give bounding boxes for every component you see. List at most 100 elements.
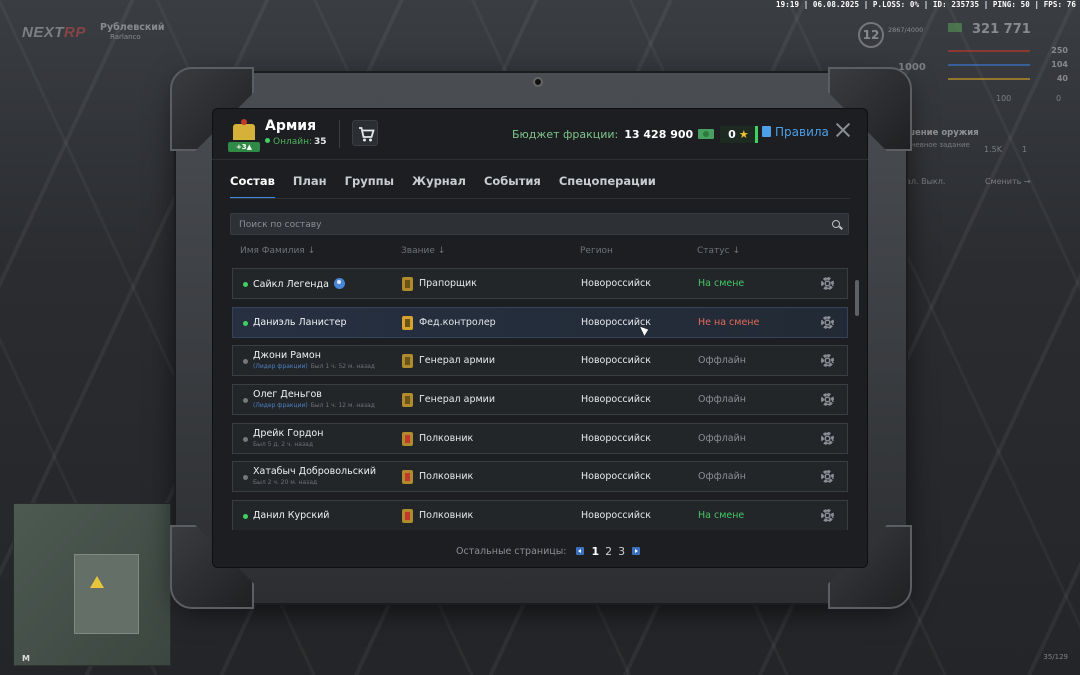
member-rank: Прапорщик	[419, 278, 477, 289]
member-status: Не на смене	[698, 316, 760, 328]
last-seen: (Лидер фракции) Был 1 ч. 12 м. назад	[253, 402, 375, 410]
player-arrow-icon	[90, 576, 104, 588]
server-logo: NEXTRP	[22, 24, 86, 41]
member-status: Оффлайн	[698, 432, 747, 444]
gear-icon[interactable]	[821, 393, 834, 407]
tab-bar: Состав План Группы Журнал События Спецоп…	[230, 174, 674, 199]
tab-journal[interactable]: Журнал	[412, 174, 466, 199]
camera-icon	[533, 77, 543, 87]
hud-topbar: 19:19 | 06.08.2025 | P.LOSS: 0% | ID: 23…	[776, 0, 1076, 9]
last-seen: (Лидер фракции) Был 1 ч. 52 м. назад	[253, 363, 375, 371]
page-1[interactable]: 1	[591, 545, 599, 558]
member-region: Новороссийск	[581, 394, 651, 406]
table-row[interactable]: Даниэль Ланистер Фед.контролер Новоросси…	[232, 306, 848, 338]
level-badge: 12	[858, 22, 884, 48]
tab-roster[interactable]: Состав	[230, 174, 275, 199]
weapon-task-sub: дневное задание	[906, 141, 970, 149]
gear-icon[interactable]	[821, 431, 834, 445]
weapon-task-val2: 1	[1022, 145, 1028, 154]
table-row[interactable]: Олег Деньгов (Лидер фракции) Был 1 ч. 12 …	[232, 384, 848, 416]
member-rank: Генерал армии	[419, 355, 496, 367]
rank-insignia-icon	[402, 470, 413, 485]
page-3[interactable]: 3	[618, 545, 625, 558]
tab-events[interactable]: События	[484, 174, 541, 199]
tablet-frame: +3▲ Армия Онлайн: 35 Бюджет фракции: 13 4…	[170, 67, 912, 609]
server-name: Рублевский Rarlanco	[100, 22, 165, 41]
search-input[interactable]	[239, 217, 819, 232]
gear-icon[interactable]	[821, 470, 834, 484]
gear-icon[interactable]	[821, 315, 834, 329]
change-label: ал. Выкл.	[906, 177, 946, 186]
money-display: 321 771	[948, 22, 1031, 37]
online-status: Онлайн: 35	[265, 137, 327, 147]
table-row[interactable]: Хатабыч Добровольский Был 2 ч. 20 м. наз…	[232, 461, 848, 493]
member-region: Новороссийск	[581, 278, 651, 289]
search-icon[interactable]	[832, 220, 840, 228]
last-seen: Был 5 д. 2 ч. назад	[253, 440, 313, 448]
member-name: Дрейк Гордон	[253, 427, 324, 439]
member-status: Оффлайн	[698, 471, 747, 483]
member-name: Хатабыч Добровольский	[253, 466, 377, 478]
gear-icon[interactable]	[821, 509, 834, 523]
member-name: Джони Рамон	[253, 350, 321, 362]
cart-icon	[359, 127, 375, 142]
prev-page-icon[interactable]	[576, 547, 585, 555]
divider	[339, 120, 340, 148]
pagination-label: Остальные страницы:	[456, 545, 567, 557]
next-page-icon[interactable]	[632, 547, 641, 555]
online-dot-icon	[243, 320, 248, 326]
rules-button[interactable]: Правила	[762, 125, 829, 139]
offline-dot-icon	[243, 359, 248, 365]
table-row[interactable]: Джони Рамон (Лидер фракции) Был 1 ч. 52 м…	[232, 345, 848, 377]
table-row[interactable]: Дрейк Гордон Был 5 д. 2 ч. назад Полковн…	[232, 422, 848, 454]
pagination: Остальные страницы: 1 2 3	[456, 544, 644, 558]
star-icon: ★	[738, 127, 749, 141]
faction-name: Армия	[265, 118, 317, 134]
table-row[interactable]: Данил Курский Полковник Новороссийск На …	[232, 500, 848, 530]
sort-arrow-icon: ↓	[437, 246, 446, 256]
member-name: Данил Курский	[253, 510, 330, 522]
health-bar: 250	[948, 46, 1068, 56]
rank-insignia-icon	[402, 354, 413, 369]
budget-label: Бюджет фракции:	[512, 127, 619, 141]
member-name: Даниэль Ланистер	[253, 316, 347, 328]
col-region-header: Регион	[580, 246, 613, 256]
divider	[230, 198, 850, 199]
online-dot-icon	[243, 282, 248, 287]
armor-bar: 104	[948, 60, 1068, 70]
member-region: Новороссийск	[581, 471, 651, 483]
gear-icon[interactable]	[821, 277, 834, 290]
weapon-task-title: шение оружия	[906, 128, 979, 138]
gear-icon[interactable]	[821, 354, 834, 368]
last-seen: Был 2 ч. 20 м. назад	[253, 479, 318, 487]
member-rank: Полковник	[419, 432, 474, 444]
minimap-building	[74, 554, 139, 634]
rank-insignia-icon	[402, 315, 413, 330]
table-row[interactable]: Сайкл Легенда Прапорщик Новороссийск На …	[232, 268, 848, 299]
user-badge-icon	[333, 278, 345, 289]
budget-value: 13 428 900	[624, 127, 694, 141]
page-2[interactable]: 2	[605, 545, 612, 558]
ammo-counter: 35/129	[1043, 653, 1068, 661]
member-name: Сайкл Легенда	[253, 278, 345, 290]
member-region: Новороссийск	[581, 510, 651, 522]
change-button[interactable]: Сменить →	[985, 177, 1031, 186]
col-name-header[interactable]: Имя Фамилия ↓	[240, 246, 315, 256]
faction-budget: Бюджет фракции: 13 428 900 0 ★	[512, 124, 758, 144]
tab-groups[interactable]: Группы	[345, 174, 394, 199]
rank-insignia-icon	[402, 431, 413, 446]
member-region: Новороссийск	[581, 432, 651, 444]
faction-panel: +3▲ Армия Онлайн: 35 Бюджет фракции: 13 4…	[212, 108, 868, 568]
member-rank: Полковник	[419, 471, 474, 483]
member-status: На смене	[698, 278, 745, 289]
tab-special-ops[interactable]: Спецоперации	[559, 174, 656, 199]
document-icon	[762, 126, 771, 137]
close-icon[interactable]	[834, 121, 852, 139]
shop-cart-button[interactable]	[352, 120, 378, 146]
tab-plan[interactable]: План	[293, 174, 327, 199]
minimap[interactable]: M	[13, 503, 171, 666]
scrollbar[interactable]	[855, 280, 859, 316]
member-rank: Фед.контролер	[419, 316, 496, 328]
col-rank-header[interactable]: Звание ↓	[401, 246, 445, 256]
col-status-header[interactable]: Статус ↓	[697, 246, 740, 256]
